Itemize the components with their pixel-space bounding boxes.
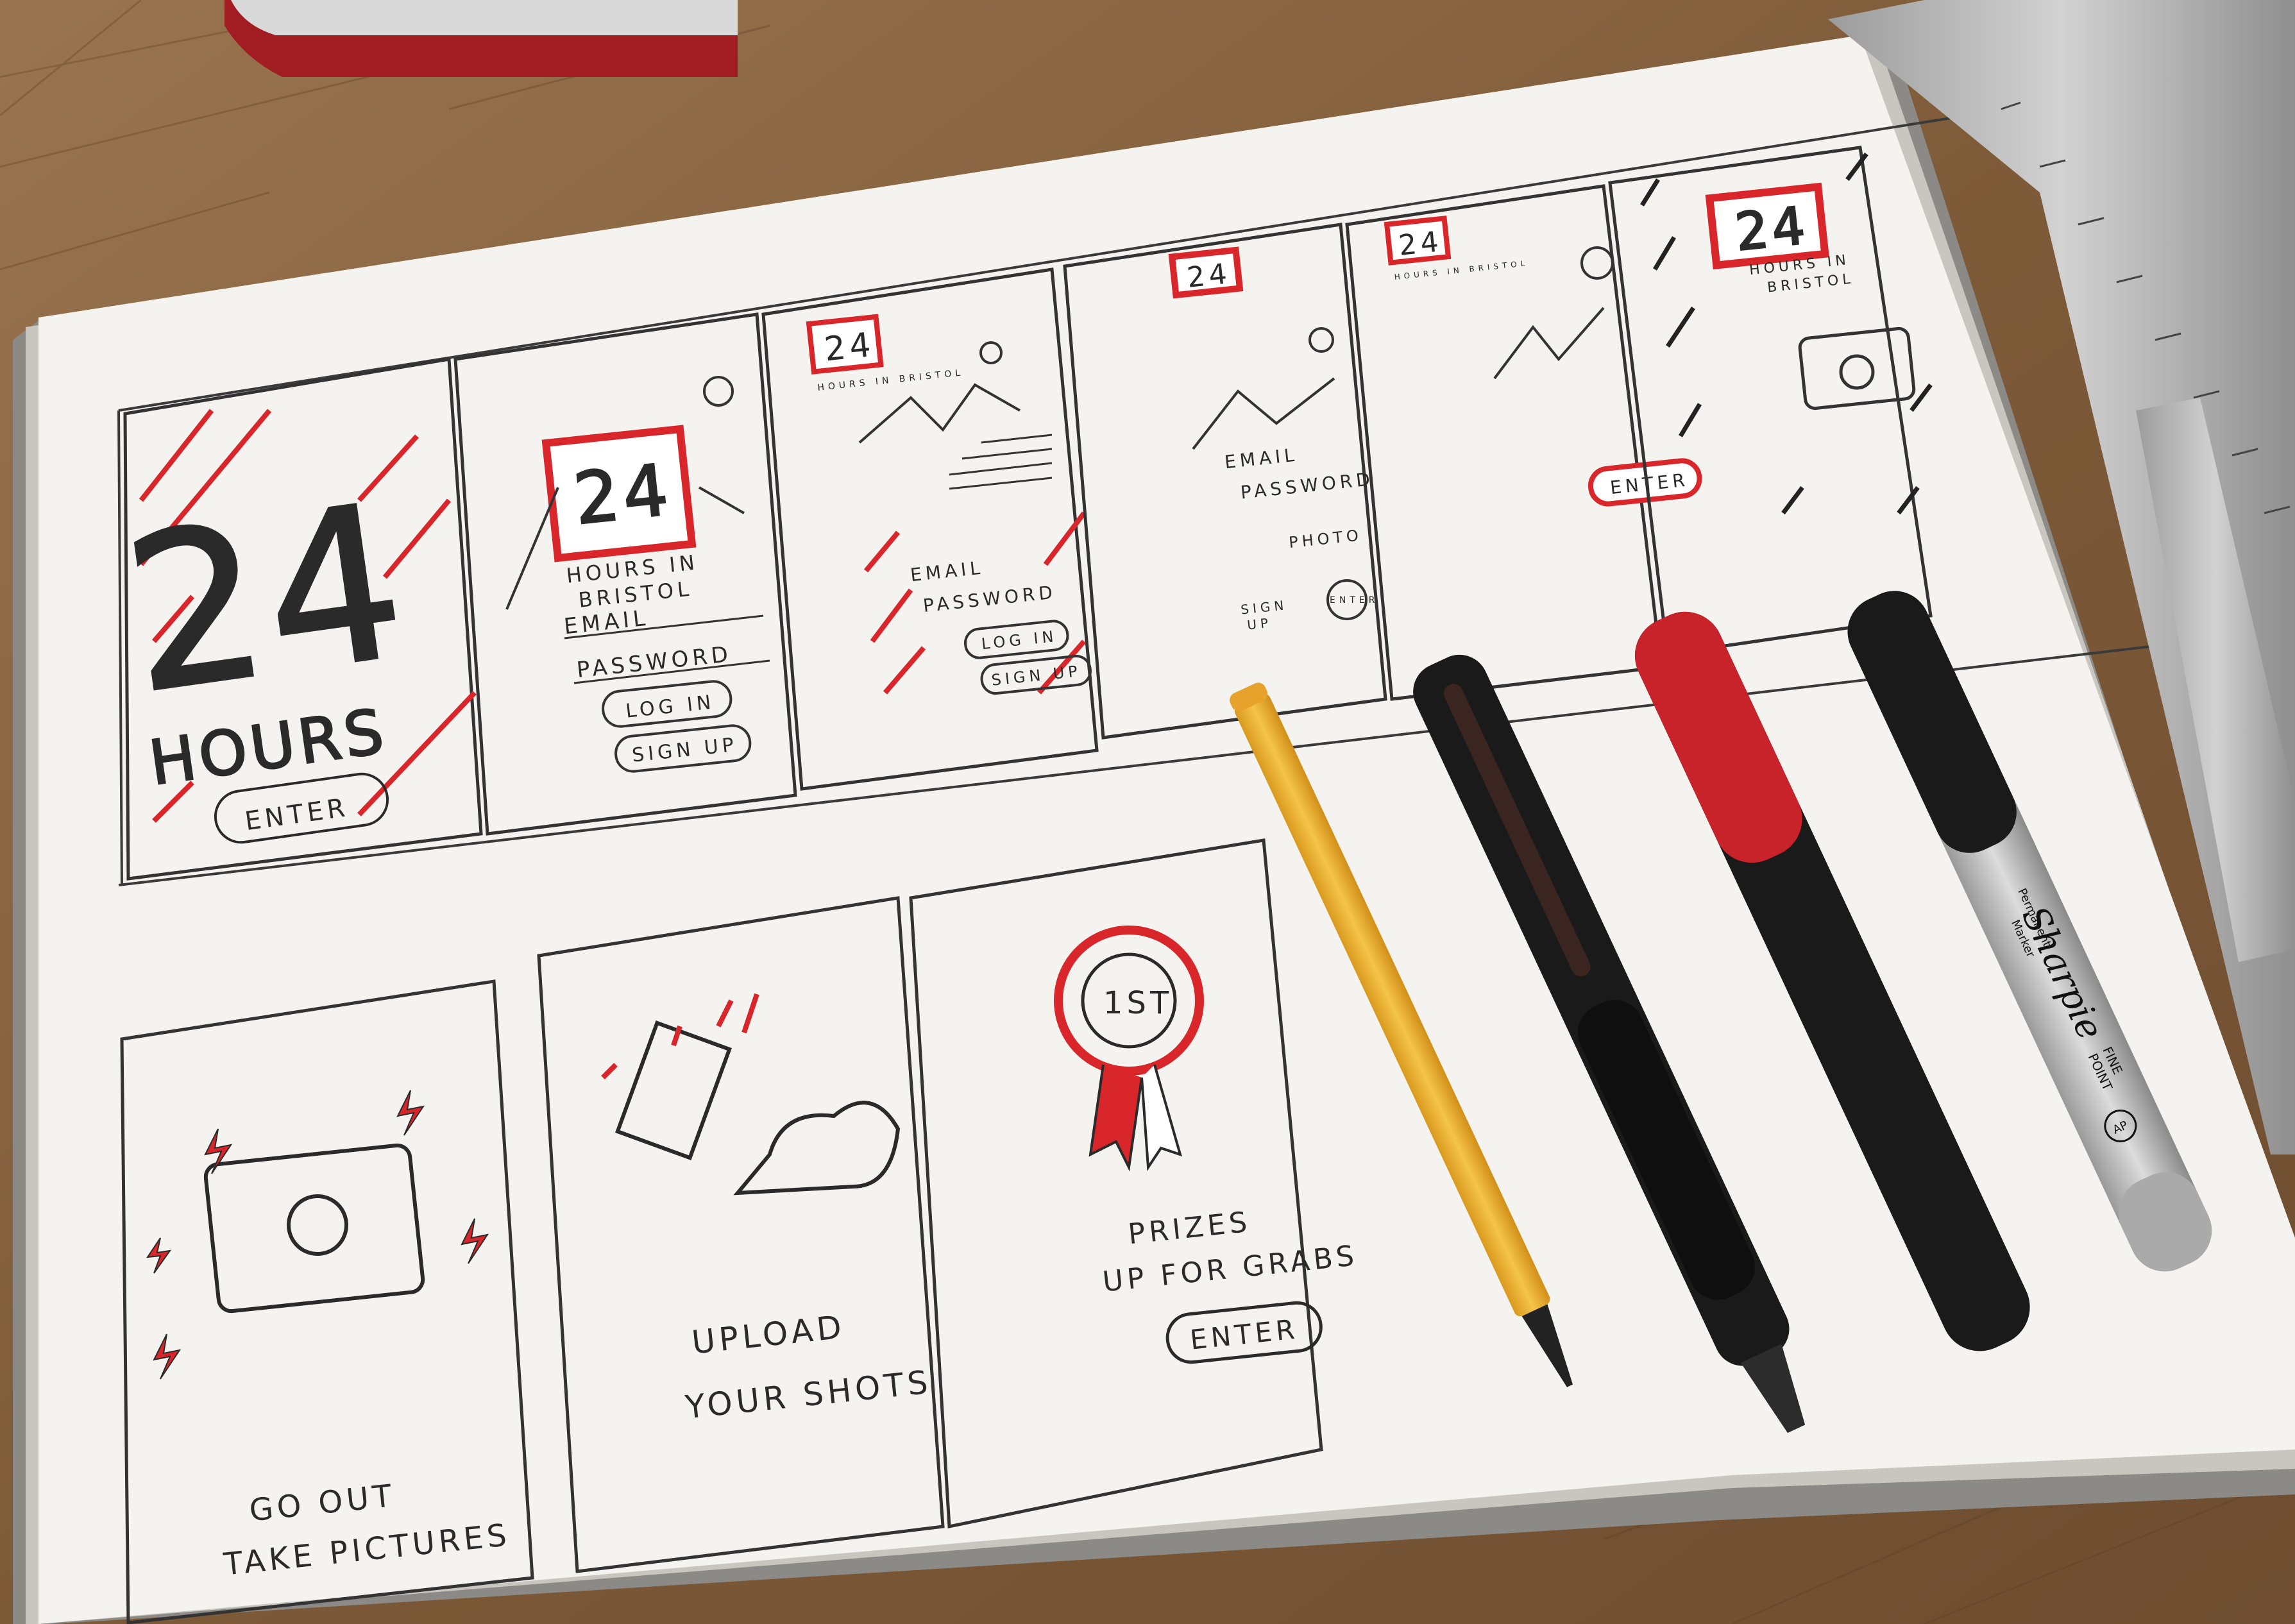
scene-svg: 24 HOURS ENTER 24 HOURS IN BRISTOL EMAIL… (0, 0, 2295, 1624)
screen5-logo-number: 24 (1397, 225, 1444, 262)
laptop-corner (224, 0, 738, 77)
screen6-logo-number: 24 (1732, 196, 1811, 262)
screen4-enter-button: ENTER (1330, 595, 1378, 605)
photo-scene: 24 HOURS ENTER 24 HOURS IN BRISTOL EMAIL… (0, 0, 2295, 1624)
screen2-logo-number: 24 (570, 448, 676, 540)
screen3-logo-number: 24 (822, 326, 876, 369)
bottom3-badge-label: 1ST (1103, 985, 1173, 1021)
screen4-logo-number: 24 (1185, 257, 1232, 294)
screen4-signup-line2: UP (1246, 615, 1273, 633)
